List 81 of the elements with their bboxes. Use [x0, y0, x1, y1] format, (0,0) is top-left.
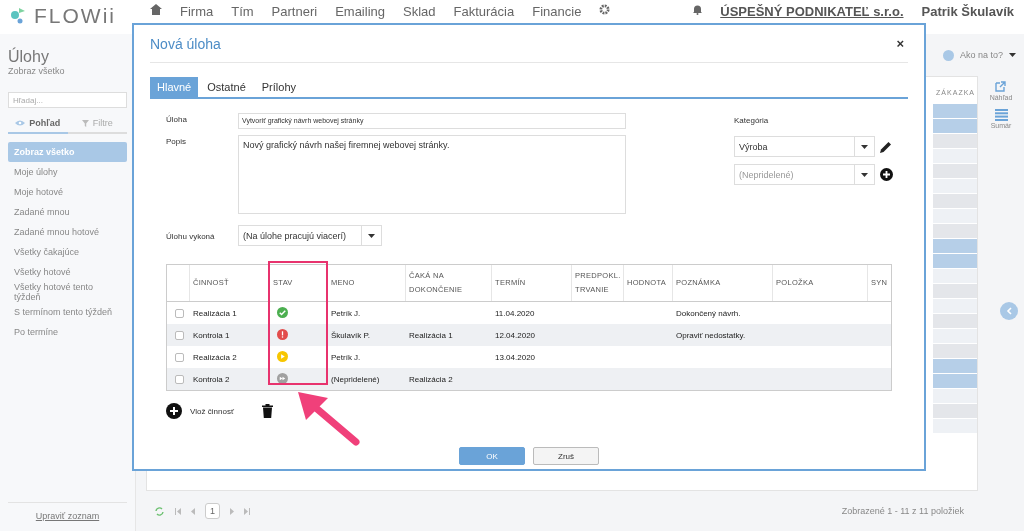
previous-page-icon[interactable]	[191, 507, 195, 515]
row-checkbox[interactable]	[175, 330, 184, 340]
sidebar-item[interactable]: Zadané mnou	[8, 202, 127, 222]
last-page-icon[interactable]	[244, 507, 250, 515]
nav-link[interactable]: Partneri	[271, 4, 318, 19]
caret-icon	[368, 233, 375, 238]
table-cell-text: Opraviť nedostatky.	[675, 330, 747, 340]
table-cell-text: Kontrola 2	[192, 374, 231, 384]
table-cell-text: Dokončený návrh.	[675, 308, 742, 318]
chevron-left-icon	[1006, 307, 1012, 315]
field-label: Kategória	[734, 116, 770, 125]
table-cell-text: Petrík J.	[330, 352, 362, 362]
page-number[interactable]: 1	[205, 503, 220, 519]
description-field[interactable]: Nový grafický návrh našej firemnej webovej stránky.	[238, 135, 626, 214]
help-dropdown[interactable]: Ako na to?	[959, 50, 1003, 60]
category-select[interactable]: Výroba	[734, 136, 875, 157]
row-checkbox[interactable]	[175, 352, 184, 362]
close-button[interactable]: ×	[892, 36, 908, 51]
caret-icon	[1009, 53, 1016, 57]
dialog-title: Nová úloha	[150, 35, 221, 52]
nav-link[interactable]: Financie	[532, 4, 582, 19]
assignee-select[interactable]: (Na úlohe pracujú viacerí)	[238, 225, 382, 246]
page-title: Úlohy	[8, 48, 50, 66]
sidebar-item[interactable]: Všetky hotové tento týždeň	[8, 282, 127, 302]
table-cell-text: 13.04.2020	[494, 352, 537, 362]
add-activity-button[interactable]: Vlož činnosť	[166, 403, 234, 419]
filter-icon	[81, 119, 89, 127]
pencil-icon[interactable]	[880, 140, 892, 153]
company-name[interactable]: ÚSPEŠNÝ PODNIKATEĽ s.r.o.	[720, 4, 904, 19]
add-icon	[166, 403, 182, 419]
nav-link[interactable]: Firma	[180, 4, 214, 19]
field-label: Úloha	[166, 114, 188, 124]
table-cell-text: Realizácia 2	[408, 374, 454, 384]
table-cell-text: Petrík J.	[330, 308, 362, 318]
list-icon	[994, 109, 1008, 121]
nav-link[interactable]: Emailing	[335, 4, 385, 19]
row-checkbox[interactable]	[175, 308, 184, 318]
next-page-icon[interactable]	[230, 507, 234, 515]
tab[interactable]: Ostatné	[200, 77, 253, 97]
table-cell-text: Realizácia 1	[192, 308, 238, 318]
nav-link[interactable]: Fakturácia	[453, 4, 515, 19]
table-cell-text: (Nepridelené)	[330, 374, 381, 384]
search-field[interactable]: Hľadaj...	[8, 92, 127, 108]
sidebar-item[interactable]: Všetky čakajúce	[8, 242, 127, 262]
refresh-icon[interactable]	[154, 505, 165, 517]
cancel-button[interactable]: Zruš	[533, 447, 599, 465]
nav-link[interactable]: Tím	[231, 4, 254, 19]
sidebar-item[interactable]: S termínom tento týždeň	[8, 302, 127, 322]
external-link-icon	[994, 80, 1008, 93]
table-cell-text: 11.04.2020	[494, 308, 536, 318]
sidebar-item[interactable]: Moje hotové	[8, 182, 127, 202]
sidebar-item[interactable]: Po termíne	[8, 322, 127, 342]
table-cell-text: 12.04.2020	[494, 330, 537, 340]
table-cell-text: Realizácia 2	[192, 352, 238, 362]
page-subtitle: Zobraz všetko	[8, 66, 66, 76]
tab[interactable]: Prílohy	[254, 77, 304, 97]
row-checkbox[interactable]	[175, 374, 184, 384]
pager-summary: Zobrazené 1 - 11 z 11 položiek	[841, 506, 964, 516]
table-cell-text: Škulavík P.	[330, 330, 371, 340]
field-label: Popis	[166, 136, 187, 146]
field-label: Úlohu vykoná	[166, 231, 216, 241]
eye-icon	[15, 120, 26, 126]
caret-icon	[861, 172, 868, 177]
collapse-button[interactable]	[1000, 302, 1018, 320]
nav-link[interactable]: Sklad	[403, 4, 436, 19]
caret-icon	[861, 144, 868, 149]
first-page-icon[interactable]	[175, 507, 181, 515]
sidebar-tab[interactable]: Pohľad	[8, 118, 68, 134]
home-icon[interactable]	[150, 4, 162, 15]
gear-icon[interactable]	[599, 4, 611, 15]
sidebar-item[interactable]: Všetky hotové	[8, 262, 127, 282]
bell-icon[interactable]	[693, 4, 703, 15]
sidebar-item[interactable]: Zadané mnou hotové	[8, 222, 127, 242]
user-name[interactable]: Patrik Škulavík	[921, 4, 1014, 19]
trash-icon[interactable]	[261, 404, 273, 418]
add-icon[interactable]	[880, 168, 893, 181]
table-cell-text: Realizácia 1	[408, 330, 454, 340]
table-cell-text: Kontrola 1	[192, 330, 231, 340]
edit-list-link[interactable]: Upraviť zoznam	[8, 502, 127, 521]
logo-text: FLOWii	[34, 4, 116, 28]
sidebar-item[interactable]: Moje úlohy	[8, 162, 127, 182]
